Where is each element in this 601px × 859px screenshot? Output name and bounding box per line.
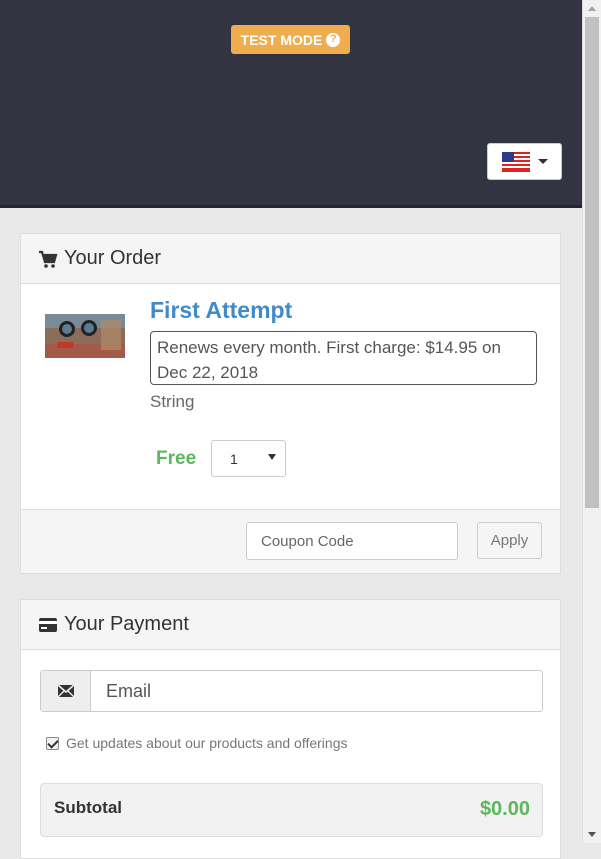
updates-label: Get updates about our products and offer… — [66, 735, 348, 751]
order-panel-heading: Your Order — [21, 234, 560, 284]
scrollbar-thumb[interactable] — [585, 17, 599, 508]
updates-checkbox[interactable] — [46, 736, 59, 750]
renewal-description: Renews every month. First charge: $14.95… — [150, 331, 537, 385]
payment-panel: Your Payment Email Get updates about our… — [20, 599, 561, 859]
vertical-scrollbar[interactable] — [582, 0, 601, 843]
order-panel: Your Order First Attempt Renews every mo… — [20, 233, 561, 574]
subtotal-label: Subtotal — [54, 798, 122, 817]
language-selector[interactable] — [487, 143, 562, 180]
scroll-up-arrow-icon[interactable] — [588, 6, 596, 11]
quantity-select[interactable]: 1 — [211, 440, 286, 477]
us-flag-icon — [501, 151, 530, 172]
apply-coupon-button[interactable]: Apply — [477, 522, 542, 559]
email-placeholder: Email — [106, 680, 152, 701]
coupon-code-input[interactable]: Coupon Code — [246, 522, 458, 560]
help-icon[interactable]: ? — [326, 32, 341, 47]
product-image — [45, 314, 125, 358]
email-input[interactable]: Email — [91, 671, 542, 711]
quantity-value: 1 — [230, 450, 238, 467]
scroll-down-arrow-icon[interactable] — [588, 832, 596, 837]
payment-heading-text: Your Payment — [64, 613, 189, 635]
test-mode-label: TEST MODE — [240, 31, 323, 48]
test-mode-badge[interactable]: TEST MODE ? — [231, 25, 350, 54]
subtotal-summary: Subtotal $0.00 — [40, 783, 543, 837]
price-label: Free — [156, 448, 197, 469]
coupon-footer: Coupon Code Apply — [21, 509, 560, 573]
envelope-icon — [41, 671, 91, 711]
product-title[interactable]: First Attempt — [150, 297, 292, 324]
email-field-group: Email — [40, 670, 543, 712]
cart-icon — [39, 250, 58, 268]
updates-opt-in[interactable]: Get updates about our products and offer… — [46, 735, 348, 751]
coupon-placeholder: Coupon Code — [261, 532, 354, 550]
chevron-down-icon — [268, 454, 276, 460]
order-heading-text: Your Order — [64, 247, 162, 269]
chevron-down-icon — [537, 159, 548, 164]
product-subtitle: String — [150, 392, 195, 411]
credit-card-icon — [39, 617, 57, 632]
subtotal-value: $0.00 — [479, 798, 530, 820]
checkout-header: TEST MODE ? — [0, 0, 582, 208]
payment-panel-heading: Your Payment — [21, 600, 560, 650]
